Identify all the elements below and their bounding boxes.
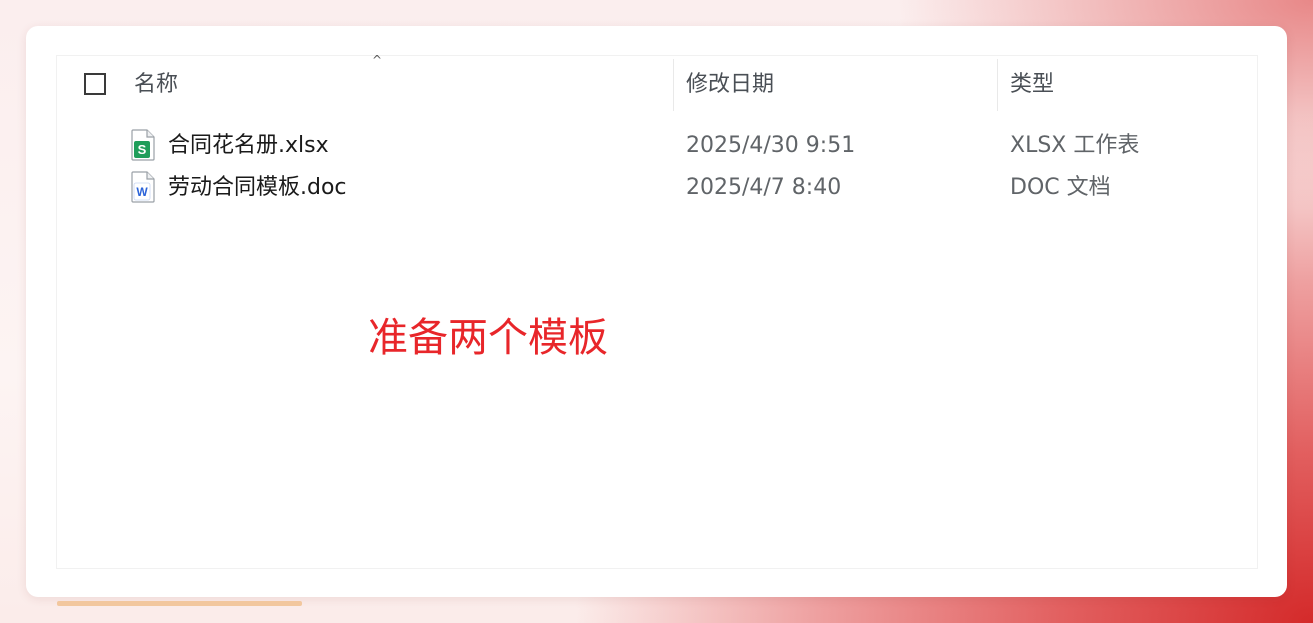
file-row-xlsx[interactable]: S 合同花名册.xlsx 2025/4/30 9:51 XLSX 工作表 bbox=[126, 128, 1246, 164]
progress-bar bbox=[57, 601, 302, 606]
progress-bar-fill bbox=[57, 601, 302, 606]
annotation-caption: 准备两个模板 bbox=[368, 315, 608, 361]
file-row-doc[interactable]: W 劳动合同模板.doc 2025/4/7 8:40 DOC 文档 bbox=[126, 170, 1246, 206]
doc-badge-letter: W bbox=[136, 185, 148, 199]
xlsx-badge-letter: S bbox=[138, 142, 147, 157]
column-header-modified[interactable]: 修改日期 bbox=[686, 70, 774, 100]
column-header-name[interactable]: 名称 bbox=[134, 70, 178, 100]
file-name: 合同花名册.xlsx bbox=[168, 133, 329, 158]
file-modified-date: 2025/4/7 8:40 bbox=[686, 175, 842, 200]
sort-ascending-icon[interactable]: ^ bbox=[371, 54, 383, 66]
xlsx-file-icon: S bbox=[131, 129, 155, 161]
file-explorer-window: ^ 名称 修改日期 类型 S 合同花名册.xlsx 2025/4/30 9:51… bbox=[26, 26, 1287, 597]
doc-file-icon: W bbox=[131, 171, 155, 203]
file-type: XLSX 工作表 bbox=[1010, 133, 1140, 158]
file-modified-date: 2025/4/30 9:51 bbox=[686, 133, 856, 158]
column-divider[interactable] bbox=[997, 59, 998, 111]
select-all-checkbox[interactable] bbox=[84, 73, 106, 95]
column-divider[interactable] bbox=[673, 59, 674, 111]
file-type: DOC 文档 bbox=[1010, 175, 1111, 200]
file-name: 劳动合同模板.doc bbox=[168, 175, 347, 200]
column-header-type[interactable]: 类型 bbox=[1010, 70, 1054, 100]
